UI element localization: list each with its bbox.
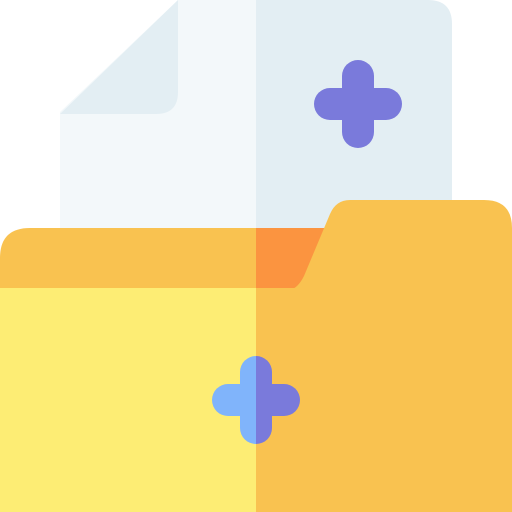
add-to-folder-illustration (0, 0, 512, 512)
folder-back-left (0, 228, 256, 290)
folder-back (0, 228, 330, 290)
document-left-half (60, 0, 256, 250)
add-file-to-folder-icon (0, 0, 512, 512)
